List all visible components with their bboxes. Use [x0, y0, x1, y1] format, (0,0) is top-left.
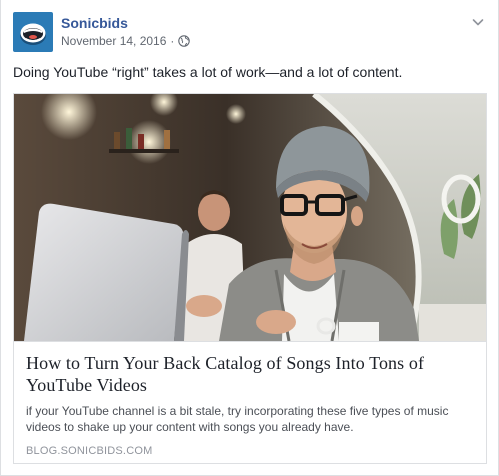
- link-title-line-1: How to Turn Your Back Catalog of Songs I…: [26, 353, 425, 373]
- post-header: Sonicbids November 14, 2016 ·: [13, 12, 191, 52]
- post-date[interactable]: November 14, 2016: [61, 33, 166, 49]
- post-subline: November 14, 2016 ·: [61, 33, 191, 49]
- link-title[interactable]: How to Turn Your Back Catalog of Songs I…: [26, 352, 474, 396]
- separator-dot: ·: [170, 34, 175, 48]
- link-description-line-1: if your YouTube channel is a bit stale, …: [26, 404, 449, 418]
- sonicbids-logo-icon: [13, 12, 53, 52]
- link-description: if your YouTube channel is a bit stale, …: [26, 403, 474, 435]
- link-domain: BLOG.SONICBIDS.COM: [26, 445, 153, 457]
- avatar[interactable]: [13, 12, 53, 52]
- chevron-down-icon[interactable]: [470, 14, 486, 30]
- facebook-post: Sonicbids November 14, 2016 · Doing YouT…: [0, 0, 499, 476]
- post-meta: Sonicbids November 14, 2016 ·: [61, 12, 191, 49]
- link-preview-photo[interactable]: [14, 94, 486, 342]
- link-preview-body: How to Turn Your Back Catalog of Songs I…: [14, 342, 486, 458]
- link-description-line-2: videos to shake up your content with son…: [26, 420, 354, 434]
- page-name-link[interactable]: Sonicbids: [61, 14, 190, 32]
- link-title-line-2: YouTube Videos: [26, 375, 148, 395]
- globe-icon[interactable]: [178, 35, 191, 47]
- post-message: Doing YouTube “right” takes a lot of wor…: [13, 64, 403, 80]
- link-preview-card[interactable]: How to Turn Your Back Catalog of Songs I…: [13, 93, 487, 464]
